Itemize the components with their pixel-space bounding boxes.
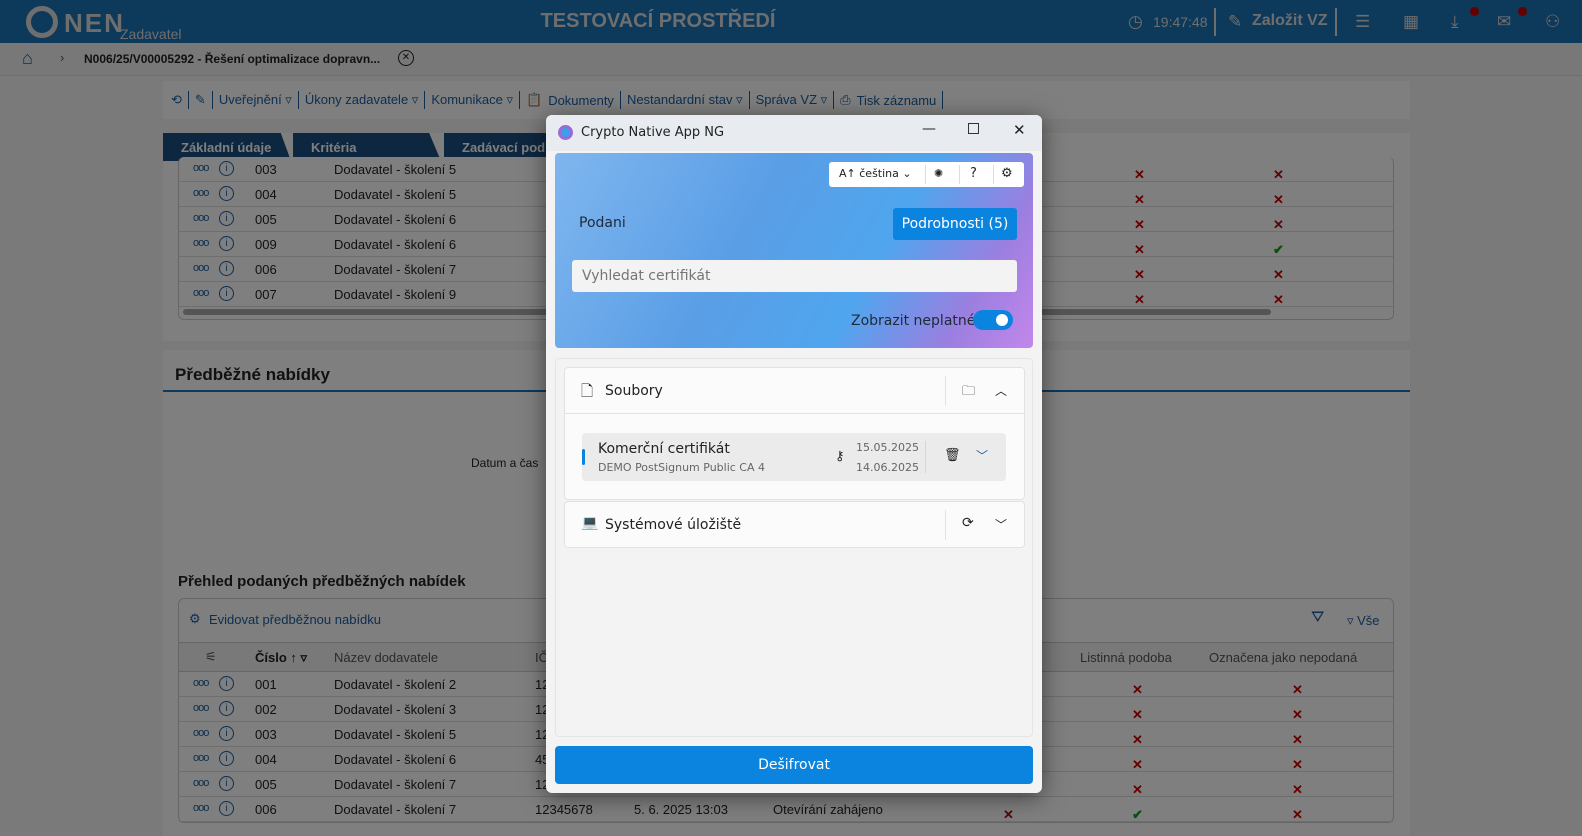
files-section-title: Soubory	[605, 383, 663, 399]
valid-to: 14.06.2025	[856, 461, 919, 474]
header-banner: A↑ čeština ⌄ ✺ ? ⚙ Podani Podrobnosti (5…	[555, 153, 1033, 348]
certificate-name: Komerční certifikát	[598, 441, 730, 457]
show-invalid-toggle[interactable]	[973, 310, 1013, 330]
app-logo-icon	[558, 125, 573, 140]
file-icon: 🗋	[581, 382, 594, 400]
files-section-header[interactable]: 🗋 Soubory 🗀 ︿	[565, 368, 1024, 414]
help-icon[interactable]: ?	[970, 166, 977, 181]
app-toolbar: A↑ čeština ⌄ ✺ ? ⚙	[829, 162, 1024, 187]
key-icon: ⚷	[835, 449, 845, 464]
language-select[interactable]: A↑ čeština ⌄	[839, 167, 912, 180]
show-invalid-label: Zobrazit neplatné	[851, 313, 976, 329]
certificate-issuer: DEMO PostSignum Public CA 4	[598, 461, 766, 474]
chevron-down-icon[interactable]: ﹀	[976, 447, 988, 464]
certificate-item[interactable]: Komerční certifikát DEMO PostSignum Publ…	[582, 433, 1006, 481]
chevron-up-icon[interactable]: ︿	[995, 382, 1007, 399]
certificate-search-input[interactable]	[572, 260, 1017, 292]
valid-from: 15.05.2025	[856, 441, 919, 454]
decrypt-button[interactable]: Dešifrovat	[555, 746, 1033, 784]
open-folder-icon[interactable]: 🗀	[962, 382, 975, 404]
files-section: 🗋 Soubory 🗀 ︿ Komerční certifikát DEMO P…	[564, 367, 1025, 500]
system-store-section[interactable]: 💻 Systémové úložiště ⟳ ﹀	[564, 501, 1025, 548]
chevron-down-icon[interactable]: ﹀	[995, 516, 1007, 533]
refresh-icon[interactable]: ⟳	[962, 515, 974, 531]
crypto-app-window: Crypto Native App NG — ✕ A↑ čeština ⌄ ✺ …	[546, 115, 1042, 793]
close-icon[interactable]: ✕	[1013, 121, 1026, 139]
signer-label: Podani	[579, 215, 626, 231]
minimize-icon[interactable]: —	[922, 121, 936, 137]
stores-panel: 🗋 Soubory 🗀 ︿ Komerční certifikát DEMO P…	[555, 358, 1033, 737]
maximize-icon[interactable]	[968, 123, 979, 134]
trash-icon[interactable]: 🗑	[944, 448, 961, 463]
details-button[interactable]: Podrobnosti (5)	[893, 208, 1017, 240]
window-title: Crypto Native App NG	[581, 125, 725, 140]
debug-icon[interactable]: ✺	[934, 167, 943, 180]
system-store-title: Systémové úložiště	[605, 517, 742, 533]
window-titlebar: Crypto Native App NG — ✕	[546, 115, 1042, 151]
laptop-icon: 💻	[581, 515, 599, 531]
settings-icon[interactable]: ⚙	[1001, 166, 1013, 181]
